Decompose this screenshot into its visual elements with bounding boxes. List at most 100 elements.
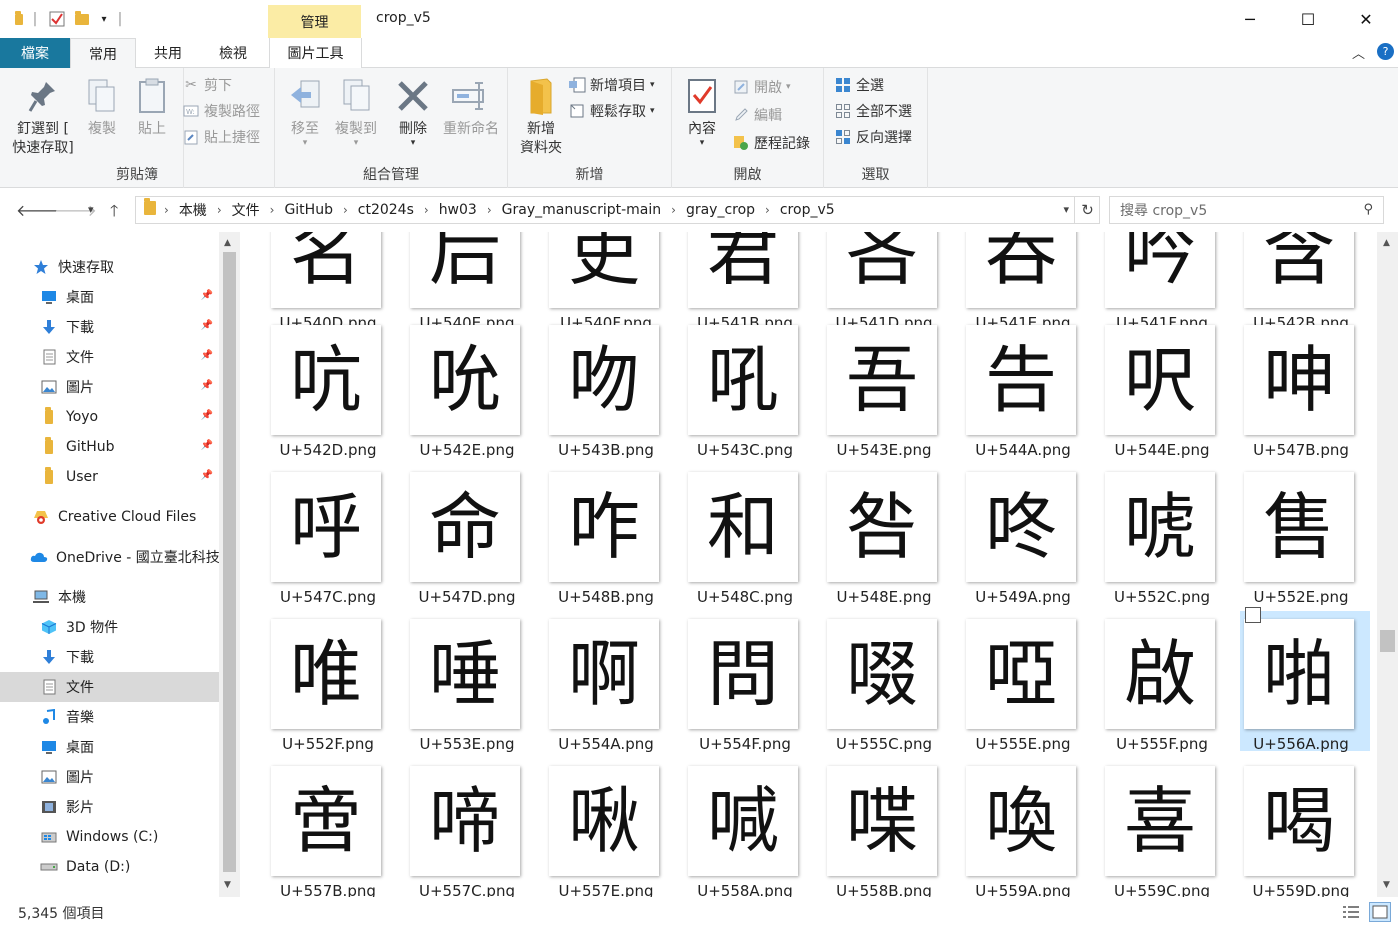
file-tile[interactable]: 吼 U+543C.png xyxy=(657,317,798,459)
breadcrumb-separator-icon[interactable]: › xyxy=(160,203,173,217)
history-button[interactable]: 歷程記錄 xyxy=(732,132,810,154)
tab-picture-tools[interactable]: 圖片工具 xyxy=(269,38,362,68)
breadcrumb-separator-icon[interactable]: › xyxy=(761,203,774,217)
nav-pc-item[interactable]: 圖片 xyxy=(0,762,219,792)
scroll-down-icon[interactable]: ▼ xyxy=(1383,880,1390,890)
file-tile[interactable]: 問 U+554F.png xyxy=(657,611,798,753)
breadcrumb-item[interactable]: hw03 xyxy=(433,202,483,218)
help-icon[interactable]: ? xyxy=(1377,43,1394,60)
breadcrumb-item[interactable]: gray_crop xyxy=(680,202,761,218)
file-tile[interactable]: 含 U+542B.png xyxy=(1213,232,1354,332)
delete-button[interactable]: 刪除 ▾ xyxy=(393,74,433,148)
scroll-down-icon[interactable]: ▼ xyxy=(224,880,231,890)
breadcrumb-separator-icon[interactable]: › xyxy=(420,203,433,217)
breadcrumb-item[interactable]: Gray_manuscript-main xyxy=(496,202,667,218)
new-folder-button[interactable]: 新增 資料夾 xyxy=(516,74,566,158)
up-arrow-icon[interactable]: 🡑 xyxy=(110,200,118,227)
file-tile[interactable]: 吏 U+540F.png xyxy=(518,232,659,332)
breadcrumb-separator-icon[interactable]: › xyxy=(339,203,352,217)
file-tile[interactable]: 告 U+544A.png xyxy=(935,317,1076,459)
content-scroll-thumb[interactable] xyxy=(1380,630,1395,652)
file-tile[interactable]: 名 U+540D.png xyxy=(240,232,381,332)
edit-button[interactable]: 編輯 xyxy=(732,104,782,126)
file-tile[interactable]: 啞 U+555E.png xyxy=(935,611,1076,753)
nav-pc-item[interactable]: Windows (C:) xyxy=(0,822,219,852)
properties-quick-icon[interactable] xyxy=(48,10,66,28)
file-tile[interactable]: 呻 U+547B.png xyxy=(1213,317,1354,459)
breadcrumb-item[interactable]: GitHub xyxy=(278,202,339,218)
file-tile[interactable]: 咚 U+549A.png xyxy=(935,464,1076,606)
pin-icon[interactable]: 📌 xyxy=(201,470,213,481)
address-bar[interactable]: › 本機 › 文件 › GitHub › ct2024s › hw03 › Gray_manuscri… xyxy=(135,196,1100,224)
recent-locations-chevron-icon[interactable]: ▾ xyxy=(88,203,94,216)
file-tile[interactable]: 吟 U+541F.png xyxy=(1074,232,1215,332)
nav-quick-item[interactable]: 下載 📌 xyxy=(0,312,219,342)
pin-icon[interactable]: 📌 xyxy=(201,410,213,421)
easy-access-button[interactable]: 輕鬆存取 ▾ xyxy=(568,100,655,122)
nav-pc-item[interactable]: 音樂 xyxy=(0,702,219,732)
tab-view[interactable]: 檢視 xyxy=(200,38,266,68)
file-tile[interactable]: 咎 U+548E.png xyxy=(796,464,937,606)
file-tile[interactable]: 唬 U+552C.png xyxy=(1074,464,1215,606)
context-tab-manage[interactable]: 管理 xyxy=(268,5,361,38)
file-tile[interactable]: 售 U+552E.png xyxy=(1213,464,1354,606)
file-tile[interactable]: 喜 U+559C.png xyxy=(1074,758,1215,897)
file-tile[interactable]: 喋 U+558B.png xyxy=(796,758,937,897)
file-tile[interactable]: 唾 U+553E.png xyxy=(379,611,520,753)
file-tile[interactable]: 啜 U+555C.png xyxy=(796,611,937,753)
pin-icon[interactable]: 📌 xyxy=(201,350,213,361)
pin-icon[interactable]: 📌 xyxy=(201,290,213,301)
file-tile[interactable]: 喝 U+559D.png xyxy=(1213,758,1354,897)
breadcrumb-separator-icon[interactable]: › xyxy=(266,203,279,217)
file-tile[interactable]: 吾 U+543E.png xyxy=(796,317,937,459)
tab-home[interactable]: 常用 xyxy=(70,38,136,69)
search-input[interactable]: 搜尋 crop_v5 ⚲ xyxy=(1109,196,1384,224)
nav-pc-item[interactable]: 影片 xyxy=(0,792,219,822)
nav-quick-item[interactable]: 圖片 📌 xyxy=(0,372,219,402)
file-tile[interactable]: 喚 U+559A.png xyxy=(935,758,1076,897)
nav-onedrive[interactable]: OneDrive - 國立臺北科技 xyxy=(0,542,220,572)
pin-icon[interactable]: 📌 xyxy=(201,320,213,331)
file-tile[interactable]: 命 U+547D.png xyxy=(379,464,520,606)
file-tile[interactable]: 呼 U+547C.png xyxy=(240,464,381,606)
nav-pc-item[interactable]: 桌面 xyxy=(0,732,219,762)
file-tile[interactable]: 吝 U+541D.png xyxy=(796,232,937,332)
tab-file[interactable]: 檔案 xyxy=(0,38,70,68)
open-button[interactable]: 開啟 ▾ xyxy=(732,76,791,98)
file-tile[interactable]: 吭 U+542D.png xyxy=(240,317,381,459)
copy-to-button[interactable]: 複製到 ▾ xyxy=(331,74,381,148)
file-tile[interactable]: 啻 U+557B.png xyxy=(240,758,381,897)
breadcrumb-item[interactable]: crop_v5 xyxy=(774,202,841,218)
select-all-button[interactable]: 全選 xyxy=(834,74,884,96)
close-button[interactable]: ✕ xyxy=(1351,8,1381,30)
rename-button[interactable]: 重新命名 xyxy=(439,74,503,139)
file-tile[interactable]: 啟 U+555F.png xyxy=(1074,611,1215,753)
nav-scroll-thumb[interactable] xyxy=(223,252,236,872)
nav-quick-item[interactable]: 桌面 📌 xyxy=(0,282,219,312)
nav-quick-item[interactable]: GitHub 📌 xyxy=(0,432,219,462)
nav-pc-item[interactable]: 文件 xyxy=(0,672,219,702)
nav-scrollbar[interactable]: ▲ ▼ xyxy=(219,232,240,897)
file-tile[interactable]: 啼 U+557C.png xyxy=(379,758,520,897)
nav-quick-item[interactable]: User 📌 xyxy=(0,462,219,492)
scroll-up-icon[interactable]: ▲ xyxy=(1383,238,1390,248)
file-tile[interactable]: 啊 U+554A.png xyxy=(518,611,659,753)
breadcrumb-separator-icon[interactable]: › xyxy=(483,203,496,217)
breadcrumb-item[interactable]: 文件 xyxy=(226,200,266,220)
pin-icon[interactable]: 📌 xyxy=(201,440,213,451)
tab-share[interactable]: 共用 xyxy=(136,38,200,68)
new-item-button[interactable]: 新增項目 ▾ xyxy=(568,74,655,96)
file-tile[interactable]: 啾 U+557E.png xyxy=(518,758,659,897)
breadcrumb-separator-icon[interactable]: › xyxy=(213,203,226,217)
scroll-up-icon[interactable]: ▲ xyxy=(224,238,231,248)
file-tile[interactable]: 吮 U+542E.png xyxy=(379,317,520,459)
file-tile[interactable]: 呎 U+544E.png xyxy=(1074,317,1215,459)
select-none-button[interactable]: 全部不選 xyxy=(834,100,912,122)
move-to-button[interactable]: 移至 ▾ xyxy=(283,74,327,148)
nav-creative-cloud[interactable]: Creative Cloud Files xyxy=(0,502,219,532)
large-icons-view-icon[interactable] xyxy=(1369,902,1391,922)
new-folder-quick-icon[interactable] xyxy=(74,10,90,28)
file-tile[interactable]: 后 U+540E.png xyxy=(379,232,520,332)
file-tile[interactable]: 唯 U+552F.png xyxy=(240,611,381,753)
address-history-chevron-icon[interactable]: ▾ xyxy=(1063,203,1069,216)
